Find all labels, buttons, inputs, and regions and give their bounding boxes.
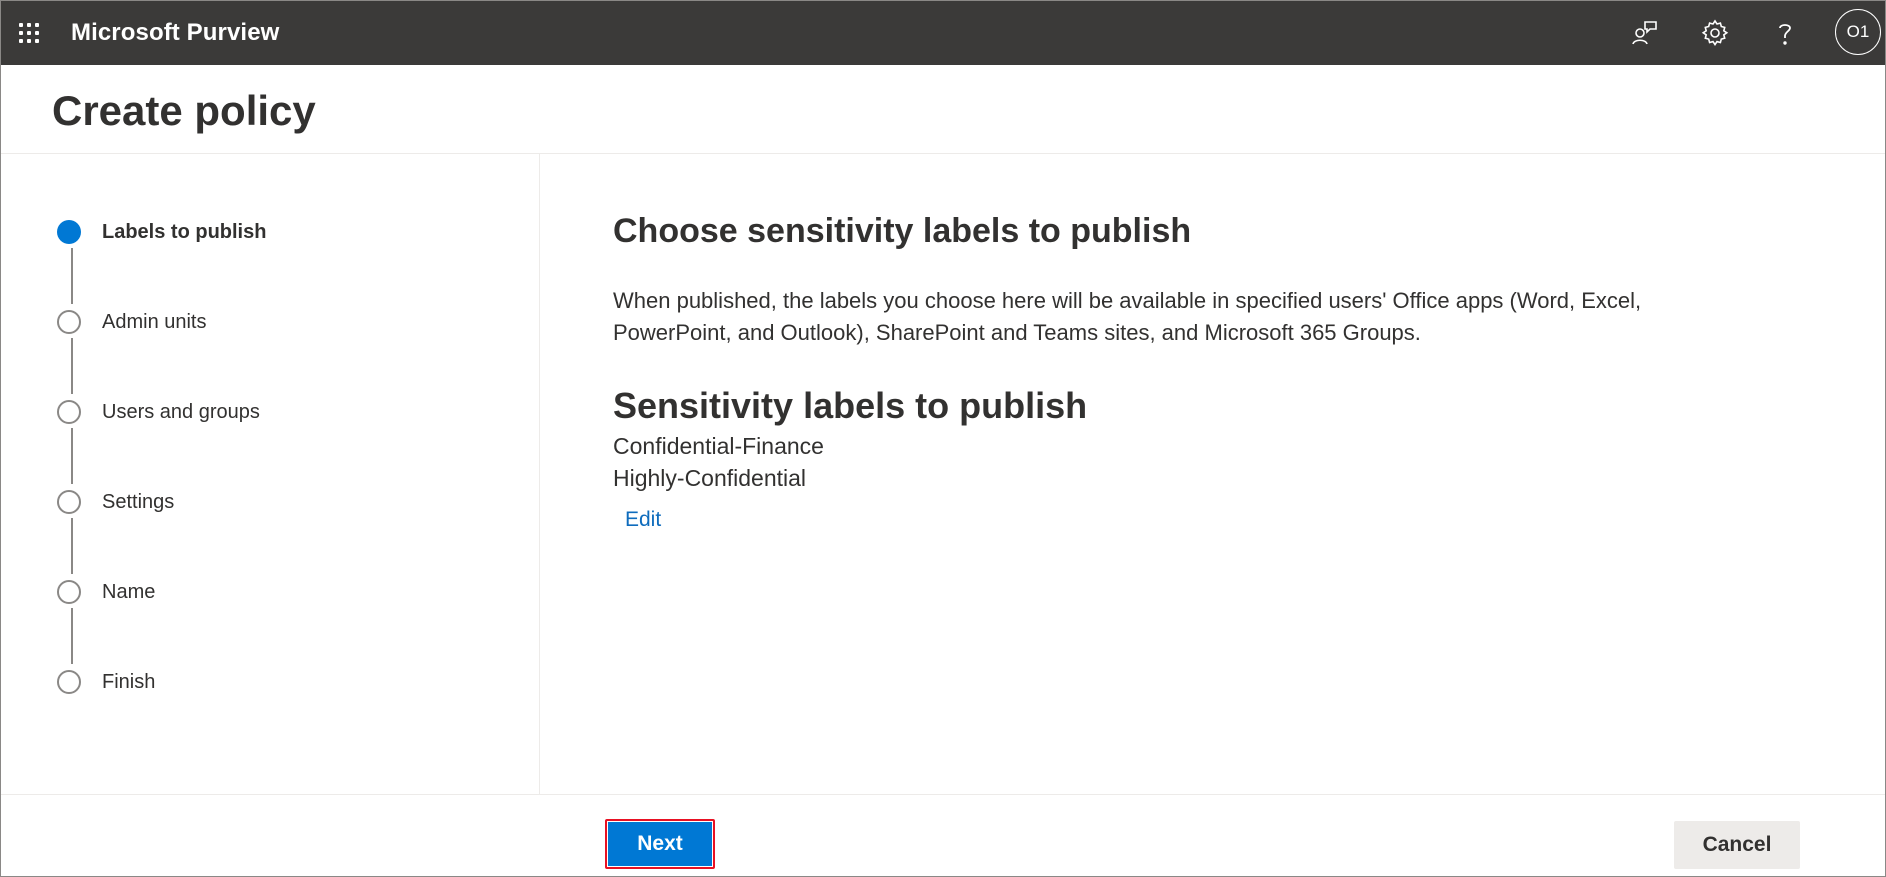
page-header: Create policy <box>1 65 1885 154</box>
step-pending-indicator-icon <box>57 580 81 604</box>
step-pending-indicator-icon <box>57 310 81 334</box>
community-icon[interactable] <box>1625 13 1665 53</box>
step-finish[interactable]: Finish <box>57 667 155 697</box>
label-item: Highly-Confidential <box>613 465 807 491</box>
user-avatar[interactable]: O1 <box>1835 9 1881 55</box>
step-pending-indicator-icon <box>57 400 81 424</box>
wizard-step-nav: Labels to publish Admin units Users and … <box>1 154 540 794</box>
step-connector <box>71 608 73 664</box>
section-description: When published, the labels you choose he… <box>613 288 1642 345</box>
step-current-indicator-icon <box>57 220 81 244</box>
step-label: Labels to publish <box>102 220 267 243</box>
step-connector <box>71 338 73 394</box>
settings-gear-icon[interactable] <box>1695 13 1735 53</box>
step-connector <box>71 518 73 574</box>
step-labels-to-publish[interactable]: Labels to publish <box>57 217 266 247</box>
app-launcher-icon[interactable] <box>11 15 47 51</box>
step-label: Name <box>102 580 156 603</box>
step-pending-indicator-icon <box>57 670 81 694</box>
selected-labels-list: Confidential-Finance Highly-Confidential <box>613 430 824 494</box>
step-settings[interactable]: Settings <box>57 487 174 517</box>
label-item: Confidential-Finance <box>613 433 824 459</box>
step-pending-indicator-icon <box>57 490 81 514</box>
step-label: Finish <box>102 670 156 693</box>
step-label: Settings <box>102 490 175 513</box>
app-title[interactable]: Microsoft Purview <box>71 19 279 47</box>
labels-heading: Sensitivity labels to publish <box>613 385 1088 426</box>
page-title: Create policy <box>52 87 316 134</box>
edit-labels-link[interactable]: Edit <box>625 508 661 532</box>
next-button[interactable]: Next <box>605 819 715 869</box>
help-icon[interactable] <box>1765 13 1805 53</box>
step-users-and-groups[interactable]: Users and groups <box>57 397 260 427</box>
section-heading: Choose sensitivity labels to publish <box>613 212 1192 250</box>
step-admin-units[interactable]: Admin units <box>57 307 207 337</box>
step-connector <box>71 248 73 304</box>
step-label: Admin units <box>102 310 207 333</box>
step-name[interactable]: Name <box>57 577 155 607</box>
step-connector <box>71 428 73 484</box>
step-label: Users and groups <box>102 400 260 423</box>
wizard-footer: Next Cancel <box>1 794 1885 876</box>
top-bar: Microsoft Purview O1 <box>1 1 1885 65</box>
cancel-button[interactable]: Cancel <box>1674 821 1800 869</box>
app-window: Microsoft Purview O1 Create policy Label… <box>0 0 1886 877</box>
